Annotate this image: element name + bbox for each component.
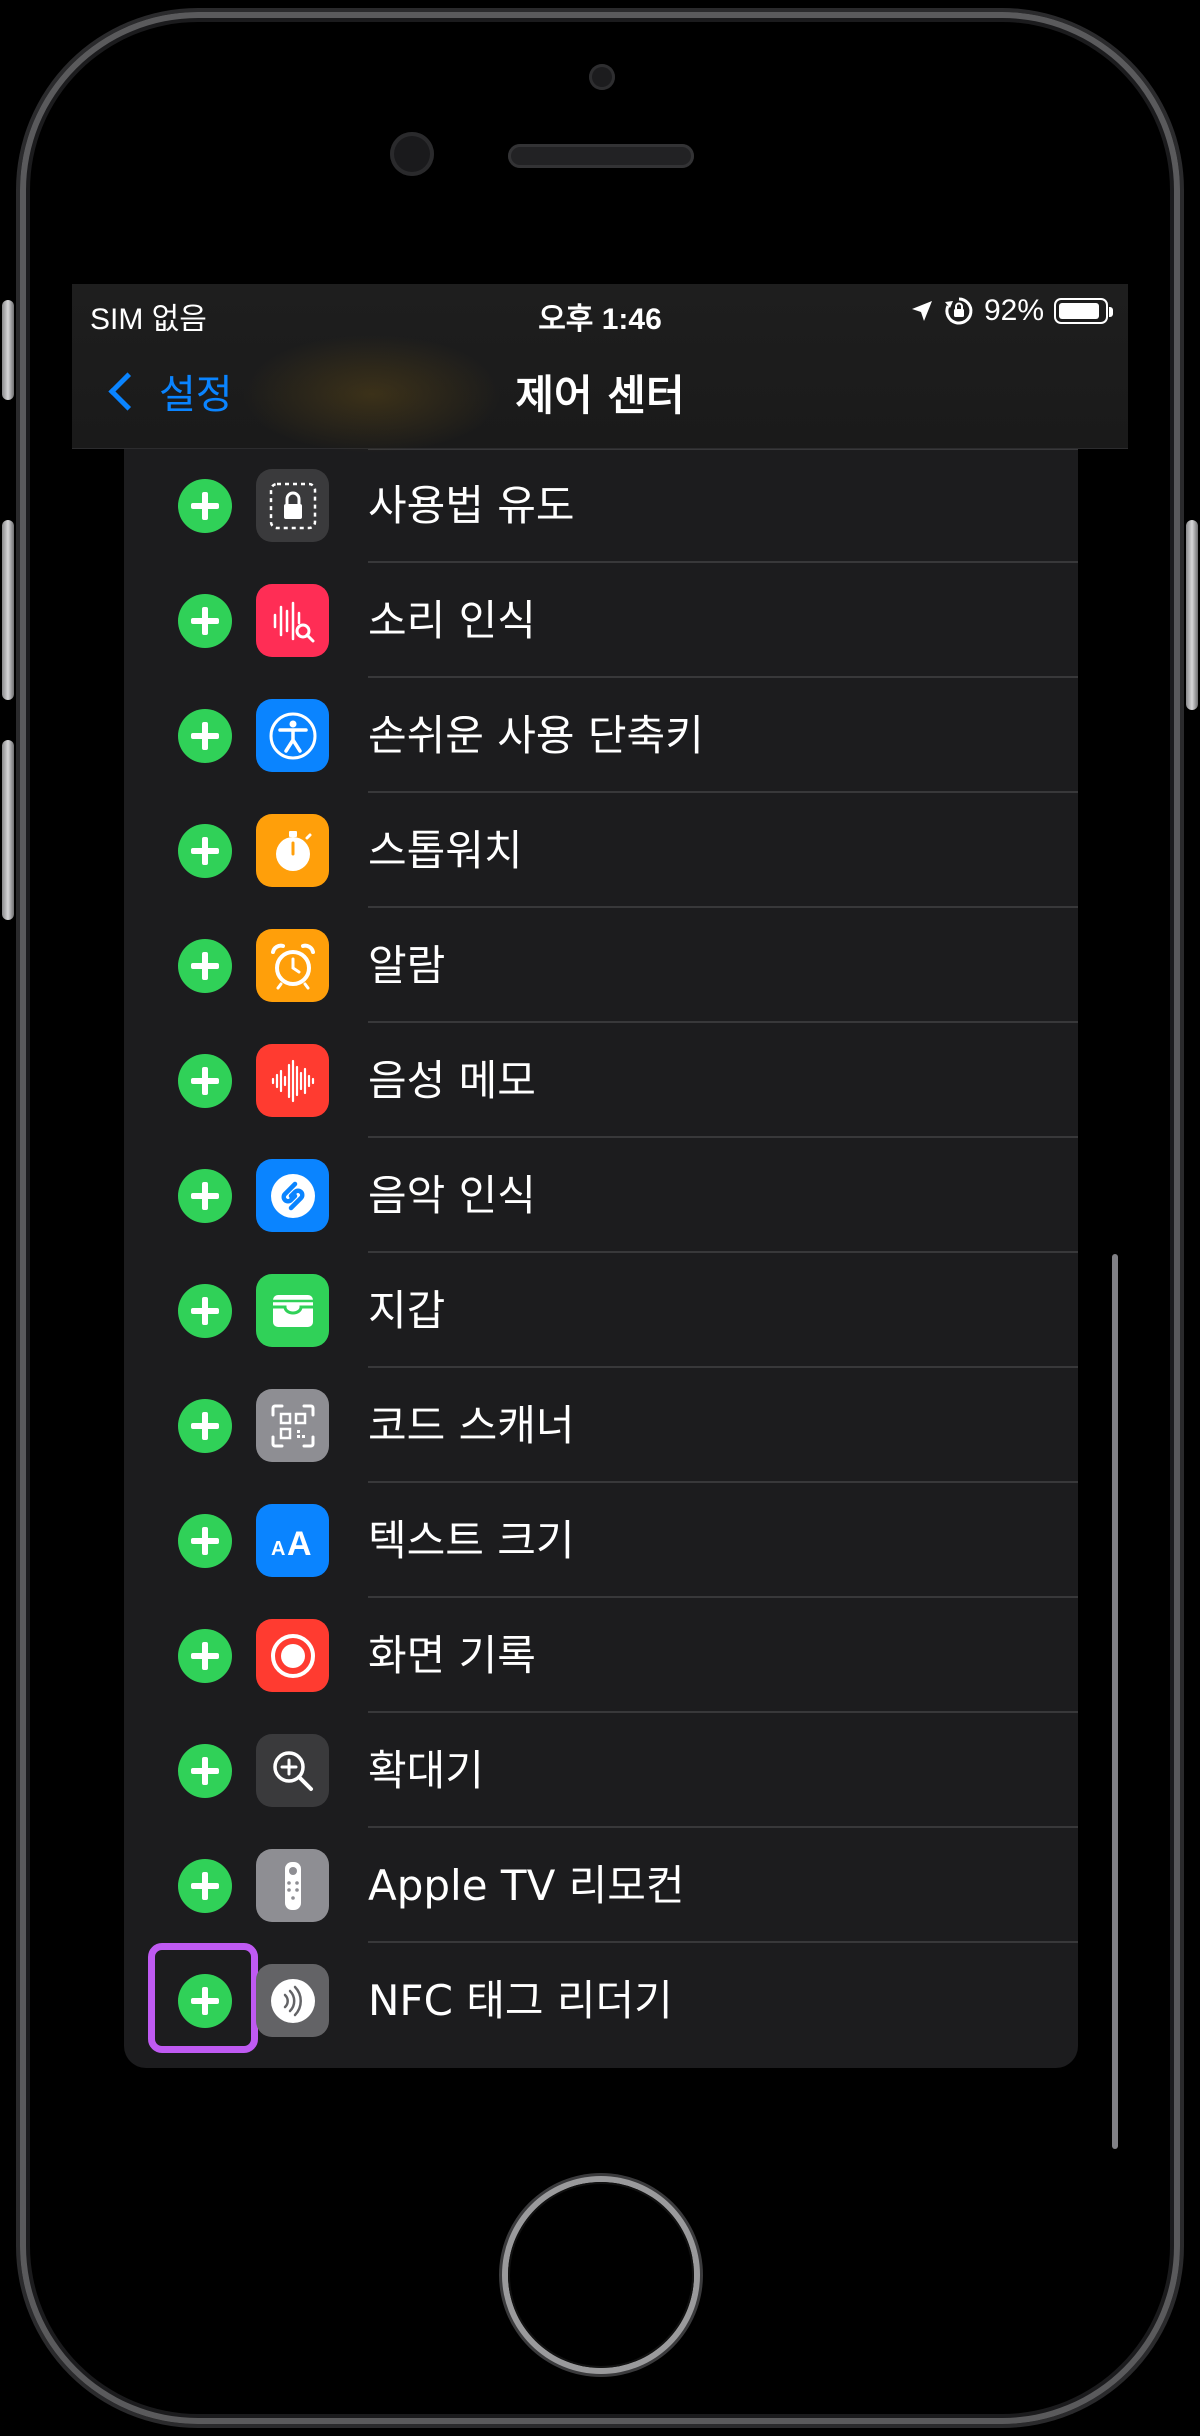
add-control-button[interactable] xyxy=(178,824,232,878)
control-row: 음악 인식 xyxy=(124,1138,1078,1253)
control-label: 음성 메모 xyxy=(368,1056,536,1105)
highlight-outline xyxy=(148,1943,258,2053)
power-button xyxy=(1186,520,1198,710)
svg-text:A: A xyxy=(271,1538,285,1560)
accessibility-icon xyxy=(256,699,329,772)
control-row: 확대기 xyxy=(124,1713,1078,1828)
status-bar: SIM 없음 오후 1:46 92% xyxy=(72,284,1128,340)
apple-tv-remote-icon xyxy=(256,1849,329,1922)
control-label: 코드 스캐너 xyxy=(368,1401,575,1450)
more-controls-group: 사용법 유도소리 인식손쉬운 사용 단축키스톱워치알람음성 메모음악 인식지갑코… xyxy=(124,448,1078,2068)
control-row: NFC 태그 리더기 xyxy=(124,1943,1078,2058)
control-row: 알람 xyxy=(124,908,1078,1023)
scrollbar[interactable] xyxy=(1112,1254,1118,2149)
add-control-button[interactable] xyxy=(178,1284,232,1338)
svg-text:A: A xyxy=(287,1525,312,1563)
control-label: 손쉬운 사용 단축키 xyxy=(368,711,704,760)
screen-recording-icon xyxy=(256,1619,329,1692)
battery-percent: 92% xyxy=(983,294,1044,327)
add-control-button[interactable] xyxy=(178,939,232,993)
control-row: 지갑 xyxy=(124,1253,1078,1368)
add-control-button[interactable] xyxy=(178,1054,232,1108)
control-row: A A 텍스트 크기 xyxy=(124,1483,1078,1598)
control-row: 스톱워치 xyxy=(124,793,1078,908)
control-label: 사용법 유도 xyxy=(368,481,575,530)
add-control-button[interactable] xyxy=(178,1399,232,1453)
front-camera xyxy=(589,64,615,90)
page-title: 제어 센터 xyxy=(515,371,685,420)
control-label: 지갑 xyxy=(368,1286,446,1335)
control-label: 텍스트 크기 xyxy=(368,1516,575,1565)
qr-code-scanner-icon xyxy=(256,1389,329,1462)
control-label: 스톱워치 xyxy=(368,826,523,875)
earpiece-speaker xyxy=(508,144,694,168)
control-row: Apple TV 리모컨 xyxy=(124,1828,1078,1943)
guided-access-lock-icon xyxy=(256,469,329,542)
screen: SIM 없음 오후 1:46 92% 설정 제어 센터 사용법 유도 소리 인식… xyxy=(72,284,1128,2152)
text-size-icon: AA xyxy=(256,1504,329,1577)
location-arrow-icon xyxy=(911,301,932,321)
control-row: 코드 스캐너 xyxy=(124,1368,1078,1483)
orientation-lock-icon xyxy=(944,297,973,325)
magnifier-icon xyxy=(256,1734,329,1807)
control-row: 소리 인식 xyxy=(124,563,1078,678)
stopwatch-icon xyxy=(256,814,329,887)
control-row: 손쉬운 사용 단축키 xyxy=(124,678,1078,793)
battery-fill xyxy=(1059,303,1100,319)
control-row: 화면 기록 xyxy=(124,1598,1078,1713)
add-control-button[interactable] xyxy=(178,1859,232,1913)
navigation-bar: SIM 없음 오후 1:46 92% 설정 제어 센터 xyxy=(72,284,1128,454)
wallet-icon xyxy=(256,1274,329,1347)
add-control-button[interactable] xyxy=(178,479,232,533)
control-label: Apple TV 리모컨 xyxy=(368,1861,685,1910)
shazam-icon xyxy=(256,1159,329,1232)
more-controls-list-area[interactable]: 사용법 유도소리 인식손쉬운 사용 단축키스톱워치알람음성 메모음악 인식지갑코… xyxy=(72,448,1128,2152)
add-control-button[interactable] xyxy=(178,594,232,648)
control-label: NFC 태그 리더기 xyxy=(368,1976,673,2025)
alarm-clock-icon xyxy=(256,929,329,1002)
control-row: 사용법 유도 xyxy=(124,448,1078,563)
add-control-button[interactable] xyxy=(178,709,232,763)
control-label: 알람 xyxy=(368,941,446,990)
battery-icon xyxy=(1054,298,1113,324)
add-control-button[interactable] xyxy=(178,1169,232,1223)
proximity-sensor xyxy=(390,132,434,176)
volume-down-button xyxy=(2,740,14,920)
control-label: 화면 기록 xyxy=(368,1631,536,1680)
silent-switch xyxy=(2,300,14,400)
add-control-button[interactable] xyxy=(178,1629,232,1683)
voice-memo-waveform-icon xyxy=(256,1044,329,1117)
nfc-tag-reader-icon xyxy=(256,1964,329,2037)
control-label: 음악 인식 xyxy=(368,1171,536,1220)
control-label: 소리 인식 xyxy=(368,596,536,645)
add-control-button[interactable] xyxy=(178,1744,232,1798)
volume-up-button xyxy=(2,520,14,700)
add-control-button[interactable] xyxy=(178,1514,232,1568)
status-right-group: 92% xyxy=(910,294,1113,328)
control-label: 확대기 xyxy=(368,1746,484,1795)
control-row: 음성 메모 xyxy=(124,1023,1078,1138)
sound-recognition-icon xyxy=(256,584,329,657)
home-button[interactable] xyxy=(508,2182,694,2368)
